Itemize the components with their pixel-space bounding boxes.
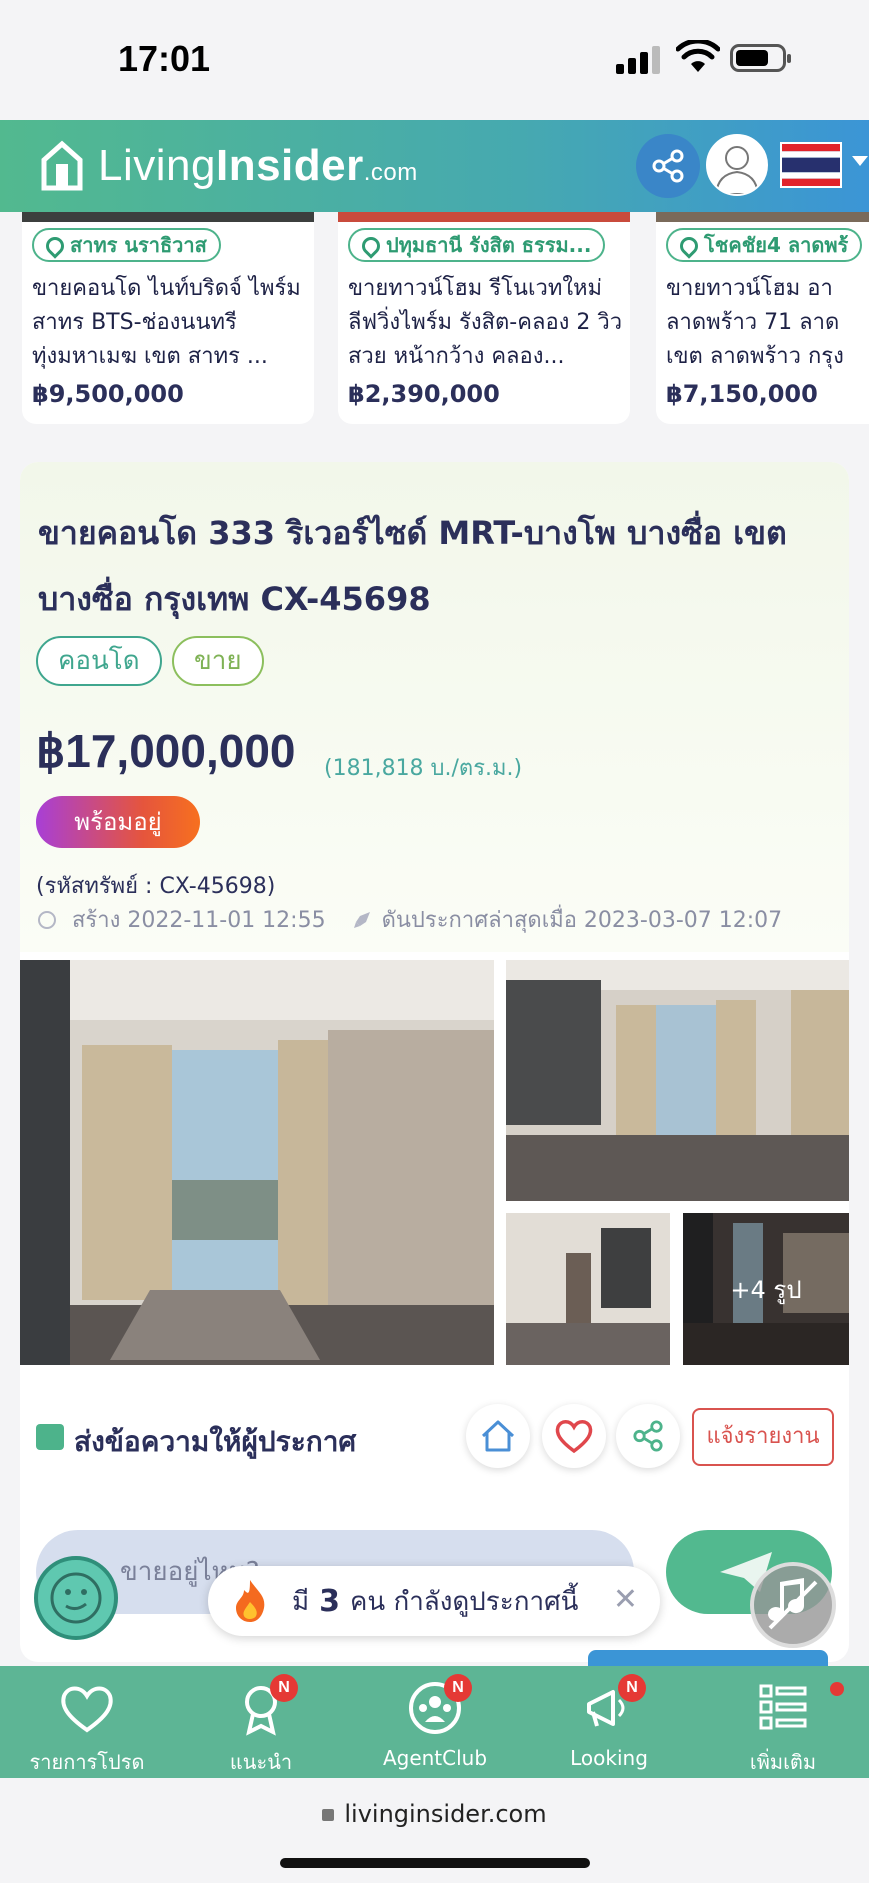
viewers-toast: มี 3 คน กำลังดูประกาศนี้ ✕ (208, 1566, 660, 1636)
logo-text: LivingInsider.com (98, 141, 418, 190)
logo-house-icon (41, 140, 83, 191)
nav-favorites[interactable]: รายการโปรด (0, 1666, 174, 1778)
gallery-photo[interactable] (506, 1213, 670, 1365)
location-chip: สาทร นราธิวาส (32, 228, 221, 262)
close-icon[interactable]: ✕ (613, 1582, 638, 1617)
favorite-button[interactable] (542, 1404, 606, 1468)
chevron-down-icon[interactable] (852, 156, 868, 166)
wifi-icon (676, 40, 720, 72)
nav-badge: N (618, 1674, 646, 1702)
notification-dot (830, 1682, 844, 1696)
listing-thumbnail (338, 212, 630, 222)
smiley-icon (50, 1572, 102, 1624)
more-photos-label: +4 รูป (683, 1213, 849, 1365)
nav-more[interactable]: เพิ่มเติม (696, 1666, 869, 1778)
listing-price: ฿9,500,000 (32, 380, 184, 408)
nav-agentclub[interactable]: N AgentClub (348, 1666, 522, 1778)
gallery-photo[interactable] (506, 960, 849, 1201)
nav-label: รายการโปรด (29, 1750, 145, 1774)
share-icon (633, 1420, 663, 1452)
chat-icon (36, 1424, 64, 1450)
listing-detail-card: ขายคอนโด 333 ริเวอร์ไซด์ MRT-บางโพ บางซื… (20, 462, 849, 1662)
bumped-date: ดันประกาศล่าสุดเมื่อ 2023-03-07 12:07 (381, 908, 783, 933)
rocket-icon (353, 911, 370, 928)
nav-badge: N (270, 1674, 298, 1702)
listing-title: ขายทาวน์โฮม อา ลาดพร้าว 71 ลาด เขต ลาดพร… (666, 276, 844, 369)
site-logo[interactable]: LivingInsider.com (40, 136, 418, 196)
viewers-prefix: มี (292, 1586, 310, 1617)
mute-button[interactable] (750, 1562, 836, 1648)
fire-icon (236, 1580, 265, 1622)
ready-to-move-badge: พร้อมอยู่ (36, 796, 200, 848)
floating-tab[interactable] (588, 1650, 828, 1666)
heart-icon (555, 1420, 593, 1454)
nav-label: แนะนำ (229, 1750, 293, 1774)
viewers-suffix: คน กำลังดูประกาศนี้ (350, 1586, 579, 1617)
nav-looking[interactable]: N Looking (522, 1666, 696, 1778)
listing-price: ฿7,150,000 (666, 380, 818, 408)
home-button[interactable] (466, 1404, 530, 1468)
related-listings-carousel[interactable]: สาทร นราธิวาส ขายคอนโด ไนท์บริดจ์ ไพร์ม … (0, 212, 869, 434)
share-button[interactable] (616, 1404, 680, 1468)
price-per-sqm: (181,818 บ./ตร.ม.) (324, 756, 523, 781)
contact-title: ส่งข้อความให้ผู้ประกาศ (74, 1425, 357, 1458)
share-icon (652, 149, 684, 183)
home-icon (481, 1420, 515, 1452)
main-photo[interactable] (20, 960, 494, 1365)
battery-icon (730, 44, 791, 72)
related-listing-card[interactable]: โชคชัย4 ลาดพร้ ขายทาวน์โฮม อา ลาดพร้าว 7… (656, 212, 869, 434)
lock-icon (322, 1809, 335, 1821)
location-chip: โชคชัย4 ลาดพร้ (666, 228, 863, 262)
listing-price: ฿2,390,000 (348, 380, 500, 408)
created-clock-icon (38, 910, 56, 929)
bottom-navigation: รายการโปรด N แนะนำ N AgentClub N Looking… (0, 1666, 869, 1778)
listing-title: ขายคอนโด 333 ริเวอร์ไซด์ MRT-บางโพ บางซื… (38, 514, 787, 618)
report-button[interactable]: แจ้งรายงาน (692, 1408, 834, 1466)
listing-meta: สร้าง 2022-11-01 12:55 ดันประกาศล่าสุดเม… (38, 902, 782, 937)
nav-label: AgentClub (382, 1746, 488, 1770)
nav-recommend[interactable]: N แนะนำ (174, 1666, 348, 1778)
listing-title: ขายคอนโด ไนท์บริดจ์ ไพร์ม สาทร BTS-ช่องน… (32, 276, 301, 369)
status-bar: 17:01 (0, 0, 869, 120)
sale-type-chip[interactable]: ขาย (172, 636, 264, 686)
related-listing-card[interactable]: ปทุมธานี รังสิต ธรรม... ขายทาวน์โฮม รีโน… (338, 212, 630, 434)
location-chip: ปทุมธานี รังสิต ธรรม... (348, 228, 606, 262)
user-avatar-button[interactable] (706, 134, 768, 196)
menu-icon (759, 1684, 807, 1730)
status-time: 17:01 (118, 38, 211, 79)
contact-section: ส่งข้อความให้ผู้ประกาศ แจ้งรายงาน (20, 1400, 849, 1480)
viewers-count: 3 (319, 1583, 341, 1619)
browser-url-bar[interactable]: livinginsider.com (0, 1778, 869, 1883)
user-avatar-icon (714, 146, 760, 194)
url-display[interactable]: livinginsider.com (0, 1800, 869, 1828)
photo-gallery[interactable]: +4 รูป (20, 960, 849, 1365)
heart-icon (61, 1686, 113, 1733)
related-listing-card[interactable]: สาทร นราธิวาส ขายคอนโด ไนท์บริดจ์ ไพร์ม … (22, 212, 314, 434)
url-text: livinginsider.com (344, 1800, 547, 1828)
listing-title: ขายทาวน์โฮม รีโนเวทใหม่ ลีฟวิ่งไพร์ม รัง… (348, 276, 623, 369)
listing-thumbnail (22, 212, 314, 222)
listing-thumbnail (656, 212, 869, 222)
property-type-chip[interactable]: คอนโด (36, 636, 162, 686)
created-date: สร้าง 2022-11-01 12:55 (72, 908, 326, 933)
muted-sound-icon (768, 1578, 818, 1630)
header-share-button[interactable] (636, 134, 700, 198)
property-code: (รหัสทรัพย์ : CX-45698) (36, 874, 276, 899)
nav-badge: N (444, 1674, 472, 1702)
site-header: LivingInsider.com (0, 120, 869, 212)
nav-label: Looking (570, 1746, 648, 1770)
more-photos-tile[interactable]: +4 รูป (683, 1213, 849, 1365)
feedback-face-button[interactable] (34, 1556, 118, 1640)
home-indicator[interactable] (280, 1858, 590, 1868)
listing-price: ฿17,000,000 (36, 725, 296, 777)
signal-icon (616, 44, 662, 74)
thailand-flag-icon[interactable] (780, 142, 842, 188)
nav-label: เพิ่มเติม (749, 1750, 817, 1774)
